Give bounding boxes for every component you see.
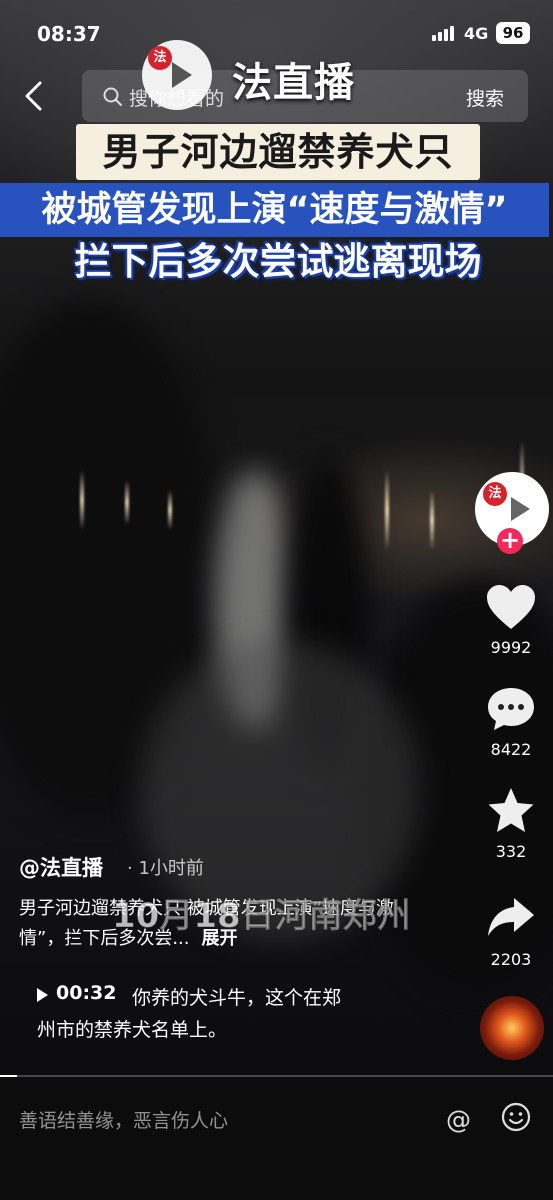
light-streak <box>168 490 172 530</box>
comment-count: 8422 <box>490 740 532 759</box>
follow-button[interactable]: + <box>497 528 523 554</box>
light-streak <box>385 470 389 550</box>
play-icon <box>172 62 192 88</box>
post-time: · 1小时前 <box>127 858 204 879</box>
search-icon <box>103 87 122 106</box>
channel-logo-watermark: 法 <box>142 40 212 110</box>
headline-banner-2: 被城管发现上演“速度与激情” <box>0 183 549 237</box>
battery-icon: 96 <box>496 22 530 44</box>
share-icon[interactable] <box>484 892 538 942</box>
play-icon <box>511 497 530 521</box>
search-button[interactable]: 搜索 <box>466 84 504 111</box>
comment-timestamp: 00:32 <box>56 982 117 1004</box>
back-arrow-icon[interactable] <box>22 80 46 112</box>
author-name[interactable]: @法直播 <box>19 852 103 882</box>
clock: 08:37 <box>37 22 101 46</box>
star-icon[interactable] <box>484 786 538 836</box>
headline-banner-1: 男子河边遛禁养犬只 <box>76 124 480 180</box>
comment-text: 州市的禁养犬名单上。 <box>37 1019 228 1041</box>
light-streak <box>80 470 84 530</box>
emoji-icon[interactable] <box>500 1101 532 1133</box>
headline-line-1: 男子河边遛禁养犬只 <box>102 130 454 174</box>
brand-watermark: 法直播 <box>232 60 355 106</box>
play-triangle-icon <box>37 988 48 1002</box>
comment-input[interactable]: 善语结善缘，恶言伤人心 <box>19 1106 228 1133</box>
comment-preview[interactable]: 00:32 你养的犬斗牛，这个在郑 州市的禁养犬名单上。 <box>19 970 459 1048</box>
at-mention-icon[interactable]: @ <box>446 1105 471 1134</box>
headline-line-3: 拦下后多次尝试逃离现场 <box>74 240 482 283</box>
logo-mark: 法 <box>483 482 507 506</box>
comment-icon[interactable] <box>484 684 538 734</box>
light-streak <box>125 480 129 525</box>
favorite-count: 332 <box>495 842 527 861</box>
network-type: 4G <box>464 24 489 43</box>
music-disc[interactable] <box>480 996 544 1060</box>
signal-icon <box>432 25 454 41</box>
logo-mark: 法 <box>148 46 172 70</box>
light-streak <box>430 490 434 550</box>
like-count: 9992 <box>490 638 532 657</box>
headline-line-2: 被城管发现上演“速度与激情” <box>41 190 508 230</box>
date-location-watermark: 10月18日河南郑州 <box>112 896 412 937</box>
share-count: 2203 <box>490 950 532 969</box>
comment-text: 你养的犬斗牛，这个在郑 <box>132 987 342 1009</box>
heart-icon[interactable] <box>484 582 538 632</box>
comment-input-bar <box>0 1077 553 1200</box>
